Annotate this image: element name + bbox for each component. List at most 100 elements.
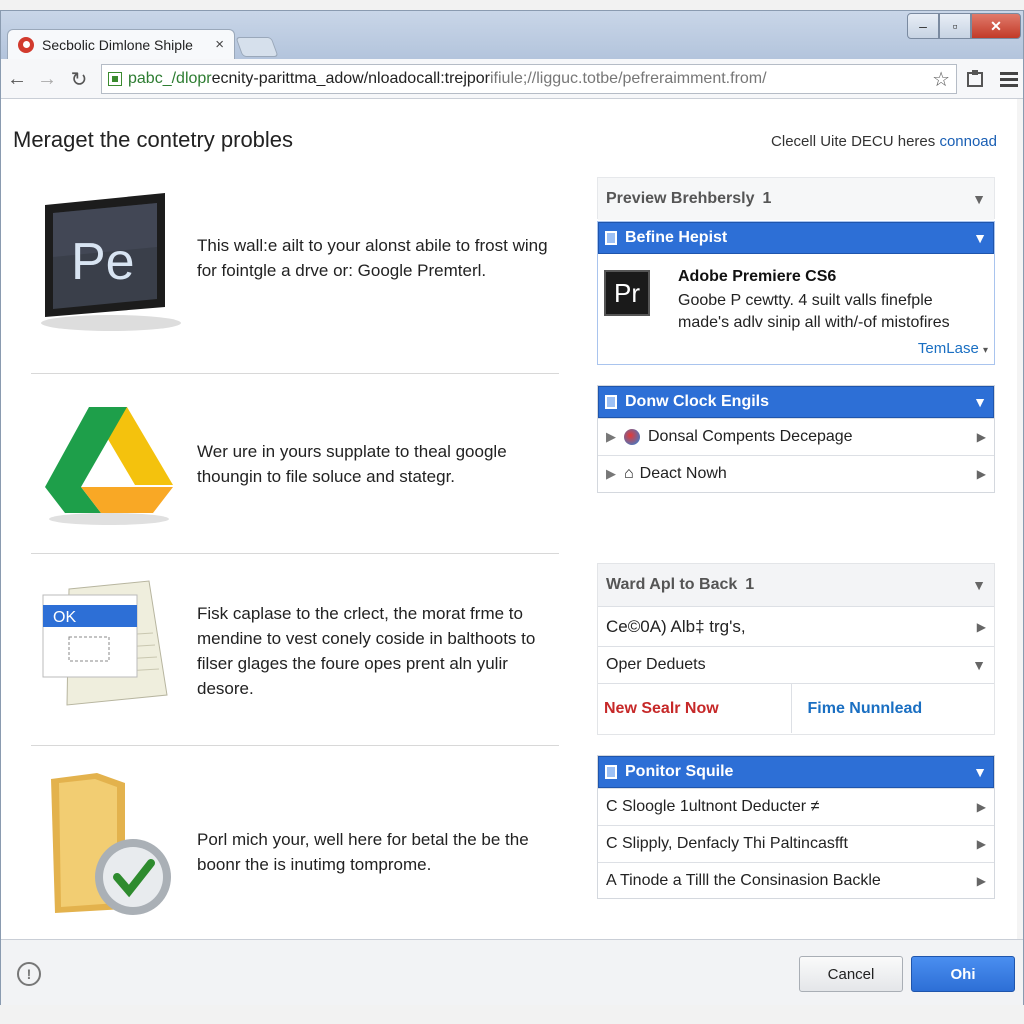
position-row-label: A Tinode a Tilll the Consinasion Backle [606,872,881,889]
ok-button[interactable]: Ohi [911,956,1015,992]
define-header[interactable]: Befine Hepist ▼ [598,222,994,254]
ward-section: Ward Apl to Back 1 ▼ Ce©0A) Alb‡ trg's, … [597,563,995,735]
expand-arrow-icon: ▶ [606,429,616,444]
bookmark-star-icon[interactable]: ☆ [932,67,950,92]
position-row[interactable]: C Sloogle 1ultnont Deducter ≠ ▶ [598,788,994,825]
ward-dropdown-label: Oper Deduets [606,656,706,673]
page-title: Meraget the contetry probles [13,127,294,152]
globe-icon [624,429,640,445]
preview-title: Preview Brehbersly [606,190,755,207]
chevron-right-icon: ▶ [976,619,986,634]
favicon-icon [18,36,34,53]
ward-count: 1 [745,576,755,593]
folder-check-icon [45,773,175,923]
divider [31,745,559,746]
download-row[interactable]: ▶ Donsal Compents Decepage ▶ [598,418,994,455]
item-description-3: Fisk caplase to the crlect, the morat fr… [197,604,536,698]
position-header[interactable]: Ponitor Squile ▼ [598,756,994,788]
ward-header[interactable]: Ward Apl to Back 1 ▼ [598,564,994,606]
close-window-button[interactable]: ✕ [971,13,1021,39]
download-header[interactable]: Donw Clock Engils ▼ [598,386,994,418]
item-description-4: Porl mich your, well here for betal the … [197,830,529,874]
position-row[interactable]: A Tinode a Tilll the Consinasion Backle … [598,862,994,899]
template-link[interactable]: TemLase ▾ [918,340,988,357]
chevron-down-icon[interactable]: ▼ [972,577,986,593]
browser-window: Secbolic Dimlone Shiple × – ▫ ✕ ← → ↻ pa… [0,10,1024,1005]
chevron-down-icon: ▼ [972,657,986,673]
page-content: Meraget the contetry probles Clecell Uit… [1,99,1023,939]
premiere-elements-monitor-icon: Pe [31,187,181,337]
menu-icon[interactable] [997,67,1021,91]
position-row[interactable]: C Slipply, Denfacly Thi Paltincasfft ▶ [598,825,994,862]
ward-button-row: New Sealr Now Fime Nunnlead [598,683,994,733]
chevron-right-icon: ▶ [976,430,986,444]
tab-title: Secbolic Dimlone Shiple [42,36,193,53]
ward-row-label: Ce©0A) Alb‡ trg's, [606,616,746,636]
pe-icon-label: Pe [71,233,135,291]
premiere-app-icon: Pr [604,270,650,316]
ward-dropdown[interactable]: Oper Deduets ▼ [598,646,994,683]
download-section: Donw Clock Engils ▼ ▶ Donsal Compents De… [597,385,995,493]
item-description-1: This wall:e ailt to your alonst abile to… [197,236,548,280]
define-title: Befine Hepist [625,229,728,246]
address-bar[interactable]: pabc_/dlopr ecnity-parittma_adow/nloadoc… [101,64,957,94]
dialog-footer: ! Cancel Ohi [1,939,1023,1005]
document-ok-icon: OK [39,577,179,717]
cancel-button[interactable]: Cancel [799,956,903,992]
find-download-button[interactable]: Fime Nunnlead [792,684,995,733]
download-title: Donw Clock Engils [625,393,770,410]
navigation-bar: ← → ↻ pabc_/dlopr ecnity-parittma_adow/n… [1,59,1023,99]
download-row[interactable]: ▶ ⌂ Deact Nowh ▶ [598,455,994,492]
item-description-2: Wer ure in yours supplate to theal googl… [197,442,507,486]
chevron-right-icon: ▶ [976,874,986,888]
chevron-down-icon[interactable]: ▼ [973,230,987,246]
preview-count: 1 [762,190,772,207]
chevron-right-icon: ▶ [976,800,986,814]
tab-close-icon[interactable]: × [215,36,224,53]
url-rest: ifiule;//ligguc.totbe/pefreraimment.from… [490,70,767,87]
position-title: Ponitor Squile [625,763,734,780]
position-row-label: C Slipply, Denfacly Thi Paltincasfft [606,835,848,852]
help-link[interactable]: connoad [939,133,997,150]
ward-title: Ward Apl to Back [606,576,738,593]
ok-label: OK [53,609,76,626]
preview-section[interactable]: Preview Brehbersly 1 ▼ [597,177,995,220]
position-section: Ponitor Squile ▼ C Sloogle 1ultnont Dedu… [597,755,995,899]
home-icon: ⌂ [624,465,634,482]
download-row-label: Donsal Compents Decepage [648,428,853,445]
google-drive-icon [41,399,176,529]
maximize-button[interactable]: ▫ [939,13,971,39]
download-row-label: Deact Nowh [639,465,727,482]
define-section: Befine Hepist ▼ Pr Adobe Premiere CS6 Go… [597,221,995,365]
extension-icon[interactable] [963,67,987,91]
minimize-button[interactable]: – [907,13,939,39]
url-prefix: pabc_/dlopr [128,70,212,87]
new-search-button[interactable]: New Sealr Now [598,684,792,733]
ward-row[interactable]: Ce©0A) Alb‡ trg's, ▶ [598,606,994,646]
scrollbar[interactable] [1017,99,1023,939]
chevron-down-icon[interactable]: ▼ [973,394,987,410]
chevron-down-icon[interactable]: ▼ [972,191,986,207]
app-name: Adobe Premiere CS6 [678,268,837,285]
browser-tab[interactable]: Secbolic Dimlone Shiple × [7,29,235,59]
chevron-right-icon: ▶ [976,467,986,481]
position-row-label: C Sloogle 1ultnont Deducter ≠ [606,798,820,815]
square-icon [605,231,617,245]
chevron-down-icon[interactable]: ▼ [973,764,987,780]
forward-arrow-icon[interactable]: → [35,67,59,91]
expand-arrow-icon: ▶ [606,466,616,481]
help-text: Clecell Uite DECU heres connoad [771,133,997,150]
divider [31,373,559,374]
new-tab-button[interactable] [235,37,279,57]
template-link-label: TemLase [917,340,979,357]
info-icon[interactable]: ! [17,962,41,986]
divider [31,553,559,554]
square-icon [605,395,617,409]
reload-icon[interactable]: ↻ [67,67,91,91]
url-main: ecnity-parittma_adow/nloadocall:trejpor [211,70,490,87]
chevron-right-icon: ▶ [976,837,986,851]
back-arrow-icon[interactable]: ← [5,67,29,91]
title-bar: Secbolic Dimlone Shiple × – ▫ ✕ [1,11,1023,59]
app-description: Goobe P cewtty. 4 suilt valls finefple m… [678,292,950,331]
page-icon [108,72,122,86]
